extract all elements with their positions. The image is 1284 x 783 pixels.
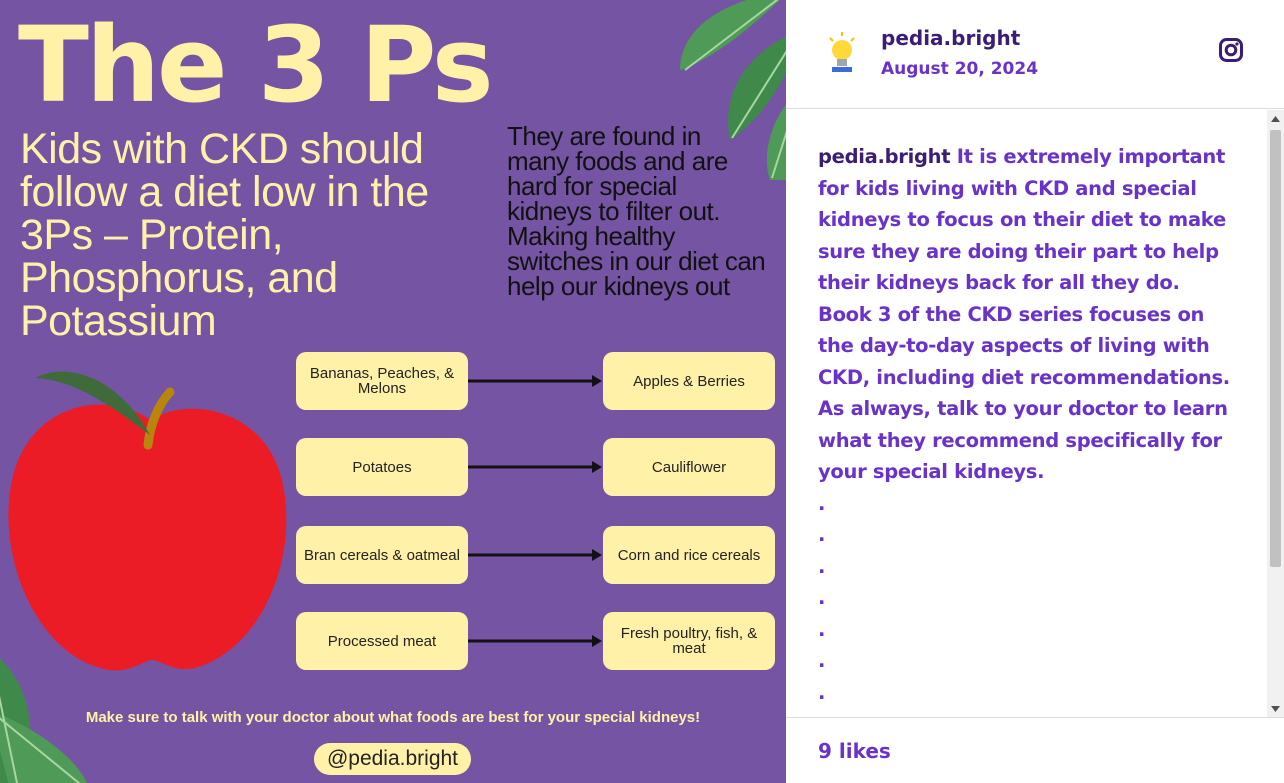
caption-text-paragraph-1: It is extremely important for kids livin… [818, 145, 1230, 389]
caption-dot: . [818, 523, 826, 546]
post-caption: pedia.bright It is extremely important f… [818, 141, 1238, 708]
food-to-avoid: Bananas, Peaches, & Melons [296, 352, 468, 410]
lightbulb-avatar-icon[interactable] [824, 30, 860, 74]
caption-scrollbar[interactable] [1267, 110, 1284, 717]
post-image: The 3 Ps Kids with CKD should follow a d… [0, 0, 786, 783]
caption-dot: . [818, 586, 826, 609]
caption-text-paragraph-2: As always, talk to your doctor to learn … [818, 397, 1228, 483]
scroll-up-arrow-icon[interactable] [1267, 110, 1284, 127]
healthy-swap: Fresh poultry, fish, & meat [603, 612, 775, 670]
post-header: pedia.bright August 20, 2024 [786, 0, 1284, 109]
swap-row: Bran cereals & oatmeal Corn and rice cer… [296, 526, 776, 584]
food-to-avoid: Potatoes [296, 438, 468, 496]
caption-area: pedia.bright It is extremely important f… [786, 110, 1284, 717]
arrow-right-icon [468, 461, 602, 473]
poster-title: The 3 Ps [18, 4, 494, 126]
food-to-avoid: Processed meat [296, 612, 468, 670]
swap-row: Processed meat Fresh poultry, fish, & me… [296, 612, 776, 670]
caption-dot: . [818, 649, 826, 672]
caption-dot: . [818, 617, 826, 641]
caption-dot: . [818, 554, 826, 578]
poster-subtitle: Kids with CKD should follow a diet low i… [20, 125, 429, 345]
healthy-swap: Cauliflower [603, 438, 775, 496]
likes-count[interactable]: 9 likes [818, 739, 891, 763]
poster-footer-note: Make sure to talk with your doctor about… [85, 709, 701, 726]
poster-handle: @pedia.bright [314, 743, 471, 775]
food-to-avoid: Bran cereals & oatmeal [296, 526, 468, 584]
caption-dot: . [818, 491, 826, 515]
arrow-right-icon [468, 375, 602, 387]
scroll-down-arrow-icon[interactable] [1267, 700, 1284, 717]
caption-dot: . [818, 680, 826, 704]
swap-row: Potatoes Cauliflower [296, 438, 776, 496]
poster-side-text: They are found in many foods and are har… [507, 121, 766, 301]
apple-illustration [8, 371, 287, 671]
instagram-icon[interactable] [1219, 38, 1243, 62]
scroll-thumb[interactable] [1270, 130, 1281, 567]
post-date: August 20, 2024 [881, 59, 1039, 79]
post-details-panel: pedia.bright August 20, 2024 pedia.brigh… [786, 0, 1284, 783]
arrow-right-icon [468, 549, 602, 561]
post-username[interactable]: pedia.bright [881, 26, 1020, 50]
arrow-right-icon [468, 635, 602, 647]
likes-bar: 9 likes [786, 717, 1284, 783]
healthy-swap: Apples & Berries [603, 352, 775, 410]
healthy-swap: Corn and rice cereals [603, 526, 775, 584]
caption-username[interactable]: pedia.bright [818, 145, 951, 168]
swap-row: Bananas, Peaches, & Melons Apples & Berr… [296, 352, 776, 410]
